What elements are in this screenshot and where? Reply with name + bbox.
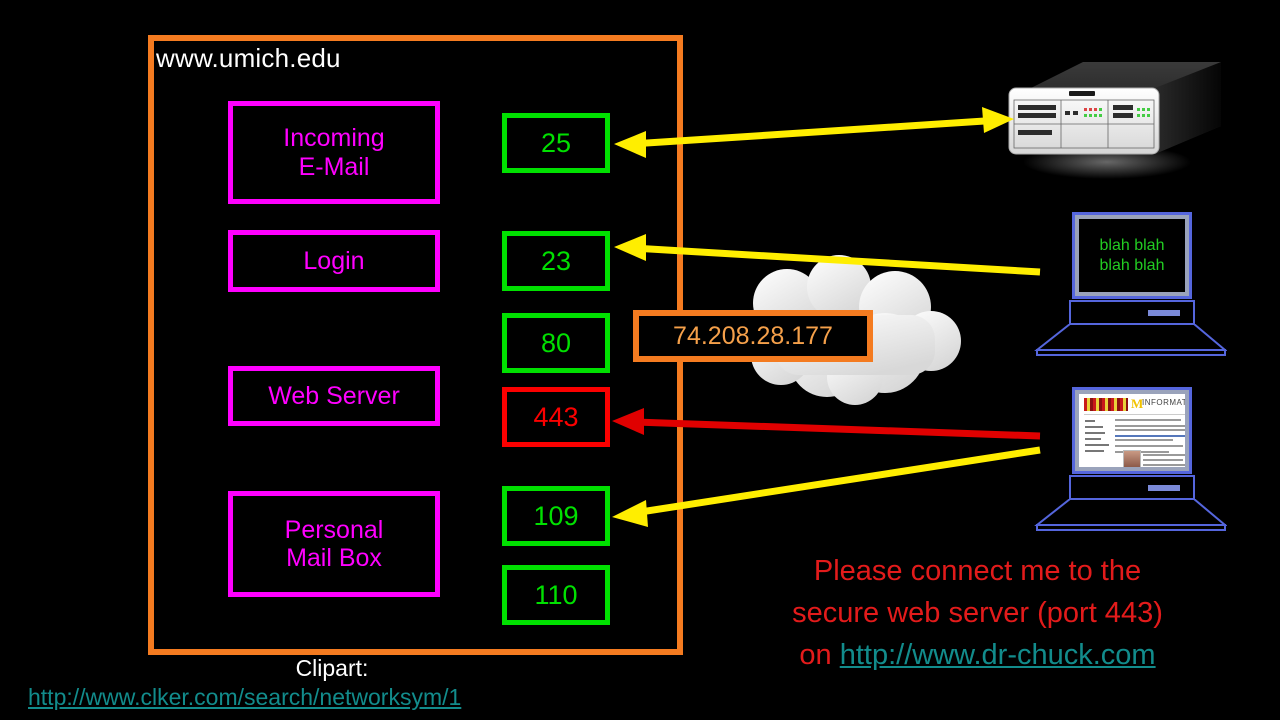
port-box-23[interactable]: 23 (502, 231, 610, 291)
laptop-base (1034, 324, 1227, 356)
port-box-80[interactable]: 80 (502, 313, 610, 373)
ip-address-value: 74.208.28.177 (673, 321, 833, 350)
browser-display: M INFORMATICS (1079, 394, 1185, 467)
request-caption-prefix: on (799, 639, 840, 672)
page-sidebar-line (1085, 450, 1104, 452)
dr-chuck-link[interactable]: http://www.dr-chuck.com (840, 639, 1156, 671)
request-caption-line-1: Please connect me to the (813, 555, 1142, 587)
laptop-screen: blah blah blah blah (1072, 212, 1192, 299)
page-text-line (1143, 464, 1185, 466)
page-logo-text: INFORMATICS (1142, 398, 1185, 407)
service-label-line: Incoming (283, 124, 385, 152)
service-box-personal-mailbox[interactable]: Personal Mail Box (228, 491, 440, 597)
page-title: www.umich.edu (156, 43, 341, 73)
laptop-base (1034, 499, 1227, 531)
rendered-web-page: M INFORMATICS (1079, 394, 1185, 467)
terminal-line: blah blah (1099, 236, 1165, 254)
clipart-credit-label: Clipart: (295, 655, 369, 681)
request-caption-line-2: secure web server (port 443) (792, 597, 1163, 630)
port-number: 443 (533, 401, 579, 432)
port-box-443[interactable]: 443 (502, 387, 610, 447)
request-caption-line-3: on http://www.dr-chuck.com (715, 634, 1240, 676)
page-text-line (1143, 459, 1183, 461)
page-divider (1084, 414, 1185, 415)
laptop-trackpad (1148, 310, 1180, 316)
page-text-line (1115, 425, 1185, 427)
service-box-web-server[interactable]: Web Server (228, 366, 440, 426)
service-label-line: Login (303, 246, 365, 275)
port-number: 23 (540, 245, 572, 276)
laptop-keyboard-deck (1069, 475, 1195, 500)
service-label-line: Mail Box (286, 544, 382, 572)
laptop-screen: M INFORMATICS (1072, 387, 1192, 474)
page-sidebar-line (1085, 438, 1101, 440)
page-text-line (1115, 429, 1185, 431)
page-sidebar-line (1085, 426, 1103, 428)
ip-address-badge: 74.208.28.177 (633, 310, 873, 362)
request-caption: Please connect me to the secure web serv… (715, 550, 1240, 676)
page-sidebar-line (1085, 432, 1105, 434)
page-sidebar-line (1085, 444, 1109, 446)
port-number: 109 (533, 500, 579, 531)
page-link-line (1115, 435, 1185, 437)
page-text-line (1143, 454, 1185, 456)
terminal-line: blah blah (1099, 256, 1165, 274)
service-label-line: Personal (284, 515, 384, 544)
port-number: 110 (534, 579, 578, 610)
service-box-incoming-email[interactable]: Incoming E-Mail (228, 101, 440, 204)
port-box-25[interactable]: 25 (502, 113, 610, 173)
service-box-login[interactable]: Login (228, 230, 440, 292)
client-laptop-browser: M INFORMATICS (1032, 387, 1227, 542)
page-text-line (1115, 419, 1181, 421)
page-text-line (1115, 439, 1173, 441)
service-label-line: Web Server (268, 381, 400, 410)
port-number: 80 (540, 327, 572, 358)
network-switch-icon (1008, 62, 1221, 179)
service-label-line: E-Mail (298, 152, 370, 181)
page-banner-image (1084, 398, 1128, 411)
port-box-110[interactable]: 110 (502, 565, 610, 625)
client-laptop-terminal: blah blah blah blah (1032, 212, 1227, 367)
port-number: 25 (540, 127, 572, 158)
clipart-credit-link[interactable]: http://www.clker.com/search/networksym/1 (28, 684, 461, 711)
terminal-display: blah blah blah blah (1079, 219, 1185, 292)
laptop-keyboard-deck (1069, 300, 1195, 325)
laptop-trackpad (1148, 485, 1180, 491)
port-box-109[interactable]: 109 (502, 486, 610, 546)
page-text-line (1115, 445, 1183, 447)
slide-canvas: www.umich.edu Incoming E-Mail Login Web … (0, 0, 1280, 720)
page-sidebar-line (1085, 420, 1095, 422)
page-portrait-image (1123, 450, 1141, 467)
